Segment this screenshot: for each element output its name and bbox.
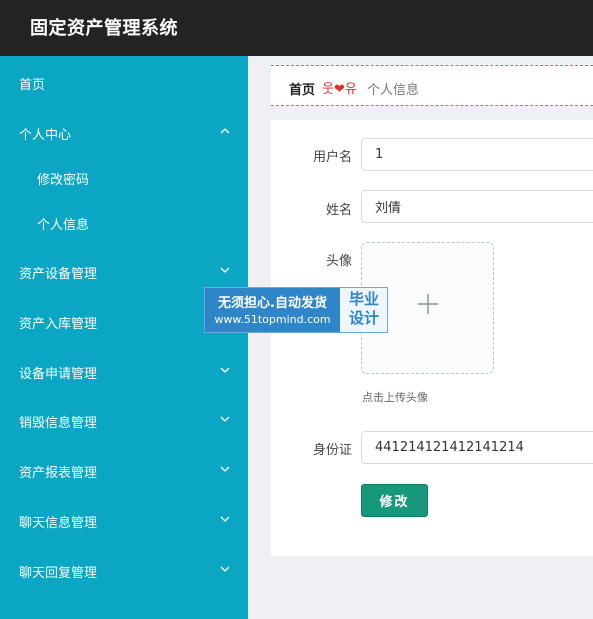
- plus-icon: [418, 294, 438, 314]
- sidebar-item-label: 资产报表管理: [19, 466, 98, 481]
- breadcrumb-separator: 웃❤유: [322, 82, 357, 97]
- upload-hint: 点击上传头像: [362, 391, 428, 404]
- watermark-line2: www.51topmind.com: [214, 313, 331, 326]
- id-card-field[interactable]: [361, 431, 593, 464]
- sidebar-item-chat-replies[interactable]: 聊天回复管理: [0, 550, 248, 590]
- watermark-badge: 毕业 设计: [341, 290, 387, 328]
- sidebar: 首页 个人中心 修改密码 个人信息 资产设备管理 资产入库管理 设备申请管理 销…: [0, 56, 248, 619]
- submit-button[interactable]: 修改: [361, 484, 428, 517]
- sidebar-item-label: 销毁信息管理: [19, 416, 98, 431]
- watermark-left: 无须担心.自动发货 www.51topmind.com: [205, 288, 340, 332]
- watermark-banner: 无须担心.自动发货 www.51topmind.com 毕业 设计: [204, 287, 388, 333]
- chevron-down-icon: [220, 566, 230, 572]
- sidebar-item-label: 个人中心: [19, 128, 72, 143]
- breadcrumb-home[interactable]: 首页: [289, 79, 315, 98]
- sidebar-item-change-password[interactable]: 修改密码: [0, 157, 248, 197]
- avatar-label: 头像: [325, 254, 352, 269]
- sidebar-item-label: 资产设备管理: [19, 267, 98, 282]
- app-title: 固定资产管理系统: [30, 18, 178, 39]
- sidebar-item-disposal-info[interactable]: 销毁信息管理: [0, 400, 248, 440]
- username-field[interactable]: [361, 138, 593, 171]
- chevron-down-icon: [220, 466, 230, 472]
- sidebar-item-asset-report[interactable]: 资产报表管理: [0, 450, 248, 490]
- name-field[interactable]: [361, 190, 593, 223]
- sidebar-item-home[interactable]: 首页: [0, 62, 248, 102]
- chevron-down-icon: [220, 416, 230, 422]
- sidebar-item-label: 修改密码: [37, 173, 90, 188]
- chevron-down-icon: [220, 516, 230, 522]
- username-label: 用户名: [312, 150, 352, 165]
- watermark-badge-line1: 毕业: [348, 290, 379, 308]
- sidebar-item-label: 首页: [19, 78, 46, 93]
- top-bar: 固定资产管理系统: [0, 0, 593, 56]
- name-label: 姓名: [325, 203, 352, 218]
- sidebar-item-personal-center[interactable]: 个人中心: [0, 112, 248, 152]
- breadcrumb: 首页 웃❤유 个人信息: [271, 65, 593, 106]
- chevron-up-icon: [220, 128, 230, 134]
- sidebar-item-personal-info[interactable]: 个人信息: [0, 202, 248, 242]
- sidebar-item-equipment-request[interactable]: 设备申请管理: [0, 351, 248, 391]
- sidebar-item-label: 个人信息: [37, 218, 90, 233]
- id-card-label: 身份证: [312, 443, 352, 458]
- chevron-down-icon: [220, 367, 230, 373]
- watermark-badge-line2: 设计: [348, 309, 379, 327]
- sidebar-item-label: 聊天信息管理: [19, 516, 98, 531]
- sidebar-item-label: 聊天回复管理: [19, 566, 98, 581]
- sidebar-item-chat-messages[interactable]: 聊天信息管理: [0, 500, 248, 540]
- chevron-down-icon: [220, 267, 230, 273]
- sidebar-item-label: 设备申请管理: [19, 367, 98, 382]
- sidebar-item-asset-equipment[interactable]: 资产设备管理: [0, 251, 248, 291]
- breadcrumb-current: 个人信息: [367, 83, 420, 98]
- sidebar-item-label: 资产入库管理: [19, 317, 98, 332]
- watermark-line1: 无须担心.自动发货: [218, 296, 327, 311]
